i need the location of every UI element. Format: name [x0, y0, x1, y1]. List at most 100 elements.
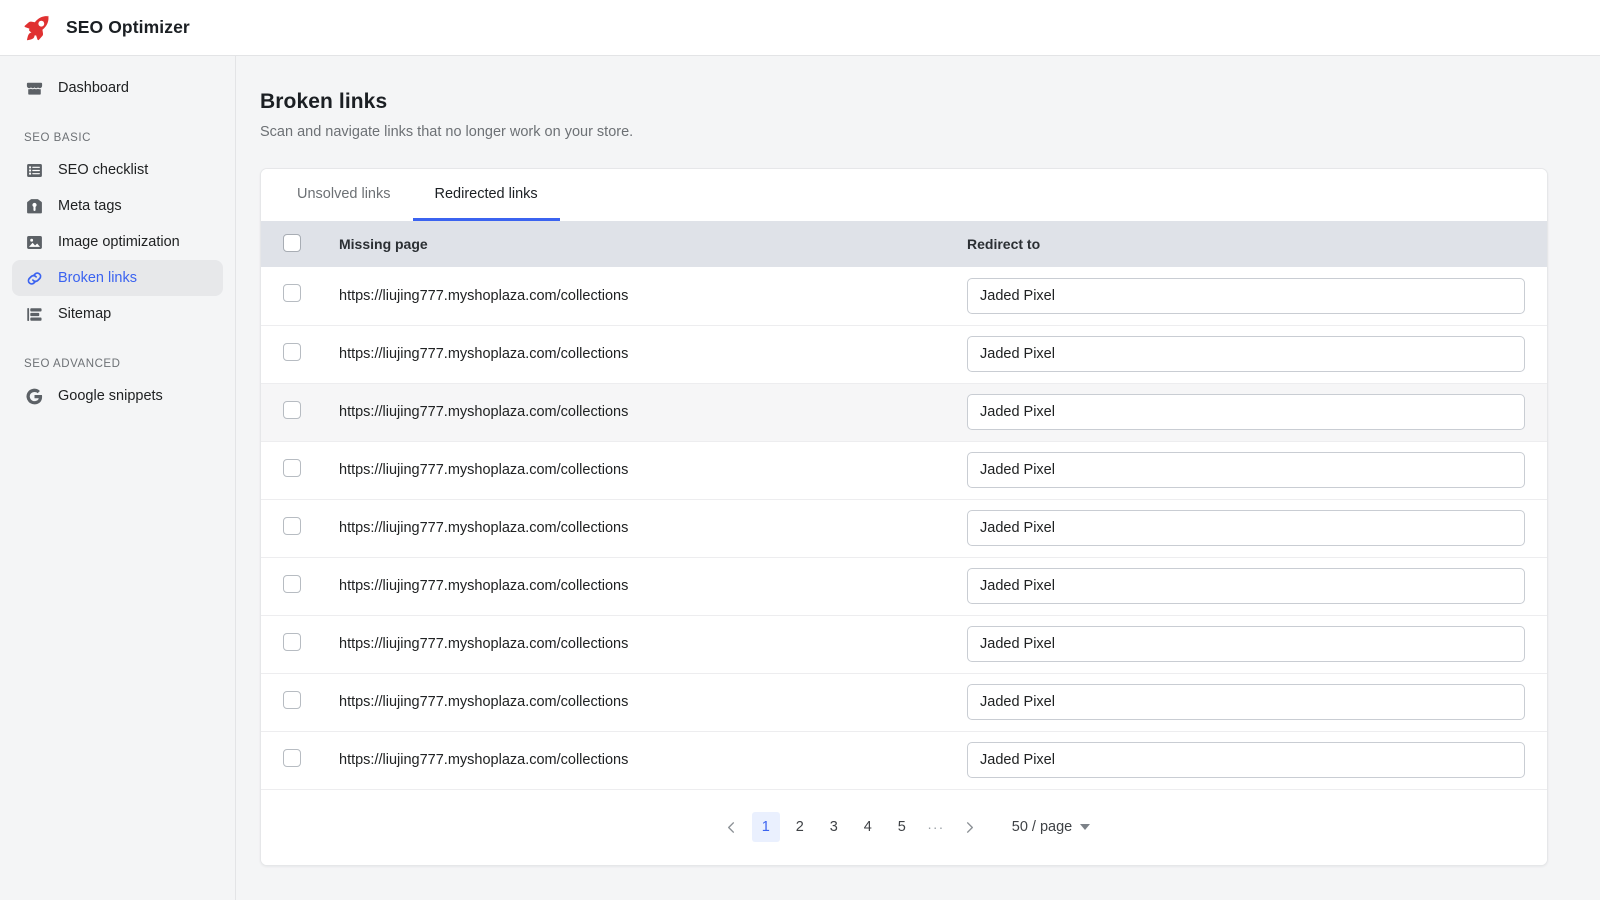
redirect-to-cell: [955, 557, 1547, 615]
redirect-to-cell: [955, 267, 1547, 325]
google-g-icon: [24, 386, 44, 406]
missing-page-cell: https://liujing777.myshoplaza.com/collec…: [339, 267, 955, 325]
redirect-to-input[interactable]: [967, 742, 1525, 778]
page-title: Broken links: [260, 90, 1576, 114]
row-checkbox[interactable]: [283, 749, 301, 767]
row-select-cell: [261, 615, 339, 673]
redirect-to-cell: [955, 615, 1547, 673]
redirect-to-input[interactable]: [967, 452, 1525, 488]
redirect-to-input[interactable]: [967, 278, 1525, 314]
table-row[interactable]: https://liujing777.myshoplaza.com/collec…: [261, 557, 1547, 615]
table-body: https://liujing777.myshoplaza.com/collec…: [261, 267, 1547, 789]
sidebar-item-label: SEO checklist: [58, 162, 148, 178]
tab-label: Redirected links: [435, 186, 538, 202]
tab-unsolved-links[interactable]: Unsolved links: [275, 169, 413, 221]
missing-page-cell: https://liujing777.myshoplaza.com/collec…: [339, 441, 955, 499]
caret-down-icon: [1080, 824, 1090, 830]
row-checkbox[interactable]: [283, 691, 301, 709]
table-row[interactable]: https://liujing777.myshoplaza.com/collec…: [261, 325, 1547, 383]
row-checkbox[interactable]: [283, 575, 301, 593]
table-row[interactable]: https://liujing777.myshoplaza.com/collec…: [261, 673, 1547, 731]
row-select-cell: [261, 325, 339, 383]
tab-redirected-links[interactable]: Redirected links: [413, 169, 560, 221]
redirect-to-cell: [955, 731, 1547, 789]
sidebar-item-label: Google snippets: [58, 388, 163, 404]
sidebar-item-google-snippets[interactable]: Google snippets: [12, 378, 223, 414]
table-row[interactable]: https://liujing777.myshoplaza.com/collec…: [261, 615, 1547, 673]
redirect-to-input[interactable]: [967, 684, 1525, 720]
sidebar-item-sitemap[interactable]: Sitemap: [12, 296, 223, 332]
page-size-label: 50 / page: [1012, 819, 1072, 835]
page-button-2[interactable]: 2: [786, 812, 814, 842]
page-button-5[interactable]: 5: [888, 812, 916, 842]
table-row[interactable]: https://liujing777.myshoplaza.com/collec…: [261, 499, 1547, 557]
sidebar-item-seo-checklist[interactable]: SEO checklist: [12, 152, 223, 188]
missing-page-cell: https://liujing777.myshoplaza.com/collec…: [339, 557, 955, 615]
app-title: SEO Optimizer: [66, 17, 190, 38]
row-checkbox[interactable]: [283, 459, 301, 477]
sidebar-item-label: Image optimization: [58, 234, 180, 250]
redirect-to-input[interactable]: [967, 394, 1525, 430]
redirect-to-cell: [955, 325, 1547, 383]
app-header: SEO Optimizer: [0, 0, 1600, 56]
column-header-missing-page: Missing page: [339, 221, 955, 267]
row-checkbox[interactable]: [283, 401, 301, 419]
redirect-to-input[interactable]: [967, 336, 1525, 372]
redirect-to-input[interactable]: [967, 626, 1525, 662]
rocket-icon: [22, 13, 52, 43]
page-subtitle: Scan and navigate links that no longer w…: [260, 124, 1576, 140]
page-button-3[interactable]: 3: [820, 812, 848, 842]
table-row[interactable]: https://liujing777.myshoplaza.com/collec…: [261, 267, 1547, 325]
row-select-cell: [261, 383, 339, 441]
row-select-cell: [261, 267, 339, 325]
sidebar-group-label-seo-advanced: SEO ADVANCED: [0, 358, 235, 370]
page-size-selector[interactable]: 50 / page: [1012, 819, 1090, 835]
pagination: 1 2 3 4 5 ··· 50 / page: [261, 790, 1547, 865]
sidebar-item-image-optimization[interactable]: Image optimization: [12, 224, 223, 260]
sidebar-item-meta-tags[interactable]: Meta tags: [12, 188, 223, 224]
select-all-header: [261, 221, 339, 267]
missing-page-cell: https://liujing777.myshoplaza.com/collec…: [339, 499, 955, 557]
tab-bar: Unsolved links Redirected links: [261, 169, 1547, 221]
row-select-cell: [261, 731, 339, 789]
redirect-to-cell: [955, 383, 1547, 441]
store-icon: [24, 78, 44, 98]
redirect-to-cell: [955, 673, 1547, 731]
redirected-links-table: Missing page Redirect to https://liujing…: [261, 221, 1547, 790]
sidebar-item-label: Sitemap: [58, 306, 111, 322]
table-row[interactable]: https://liujing777.myshoplaza.com/collec…: [261, 441, 1547, 499]
row-checkbox[interactable]: [283, 633, 301, 651]
missing-page-url: https://liujing777.myshoplaza.com/collec…: [339, 346, 628, 362]
missing-page-cell: https://liujing777.myshoplaza.com/collec…: [339, 383, 955, 441]
redirect-to-input[interactable]: [967, 510, 1525, 546]
tab-label: Unsolved links: [297, 186, 391, 202]
select-all-checkbox[interactable]: [283, 234, 301, 252]
column-header-redirect-to: Redirect to: [955, 221, 1547, 267]
tag-icon: [24, 196, 44, 216]
row-checkbox[interactable]: [283, 517, 301, 535]
pagination-ellipsis[interactable]: ···: [922, 812, 950, 842]
brand[interactable]: SEO Optimizer: [22, 13, 190, 43]
row-checkbox[interactable]: [283, 284, 301, 302]
page-button-1[interactable]: 1: [752, 812, 780, 842]
sidebar-item-label: Meta tags: [58, 198, 122, 214]
missing-page-url: https://liujing777.myshoplaza.com/collec…: [339, 636, 628, 652]
sidebar-item-dashboard[interactable]: Dashboard: [12, 70, 223, 106]
missing-page-url: https://liujing777.myshoplaza.com/collec…: [339, 694, 628, 710]
missing-page-cell: https://liujing777.myshoplaza.com/collec…: [339, 615, 955, 673]
chevron-right-icon[interactable]: [956, 813, 984, 841]
row-select-cell: [261, 557, 339, 615]
sidebar-item-broken-links[interactable]: Broken links: [12, 260, 223, 296]
missing-page-cell: https://liujing777.myshoplaza.com/collec…: [339, 325, 955, 383]
chevron-left-icon[interactable]: [718, 813, 746, 841]
missing-page-url: https://liujing777.myshoplaza.com/collec…: [339, 404, 628, 420]
redirect-to-input[interactable]: [967, 568, 1525, 604]
sitemap-icon: [24, 304, 44, 324]
missing-page-url: https://liujing777.myshoplaza.com/collec…: [339, 288, 628, 304]
sidebar: Dashboard SEO BASIC SEO checklist: [0, 56, 236, 900]
page-button-4[interactable]: 4: [854, 812, 882, 842]
row-checkbox[interactable]: [283, 343, 301, 361]
table-row[interactable]: https://liujing777.myshoplaza.com/collec…: [261, 383, 1547, 441]
table-row[interactable]: https://liujing777.myshoplaza.com/collec…: [261, 731, 1547, 789]
app-body: Dashboard SEO BASIC SEO checklist: [0, 56, 1600, 900]
